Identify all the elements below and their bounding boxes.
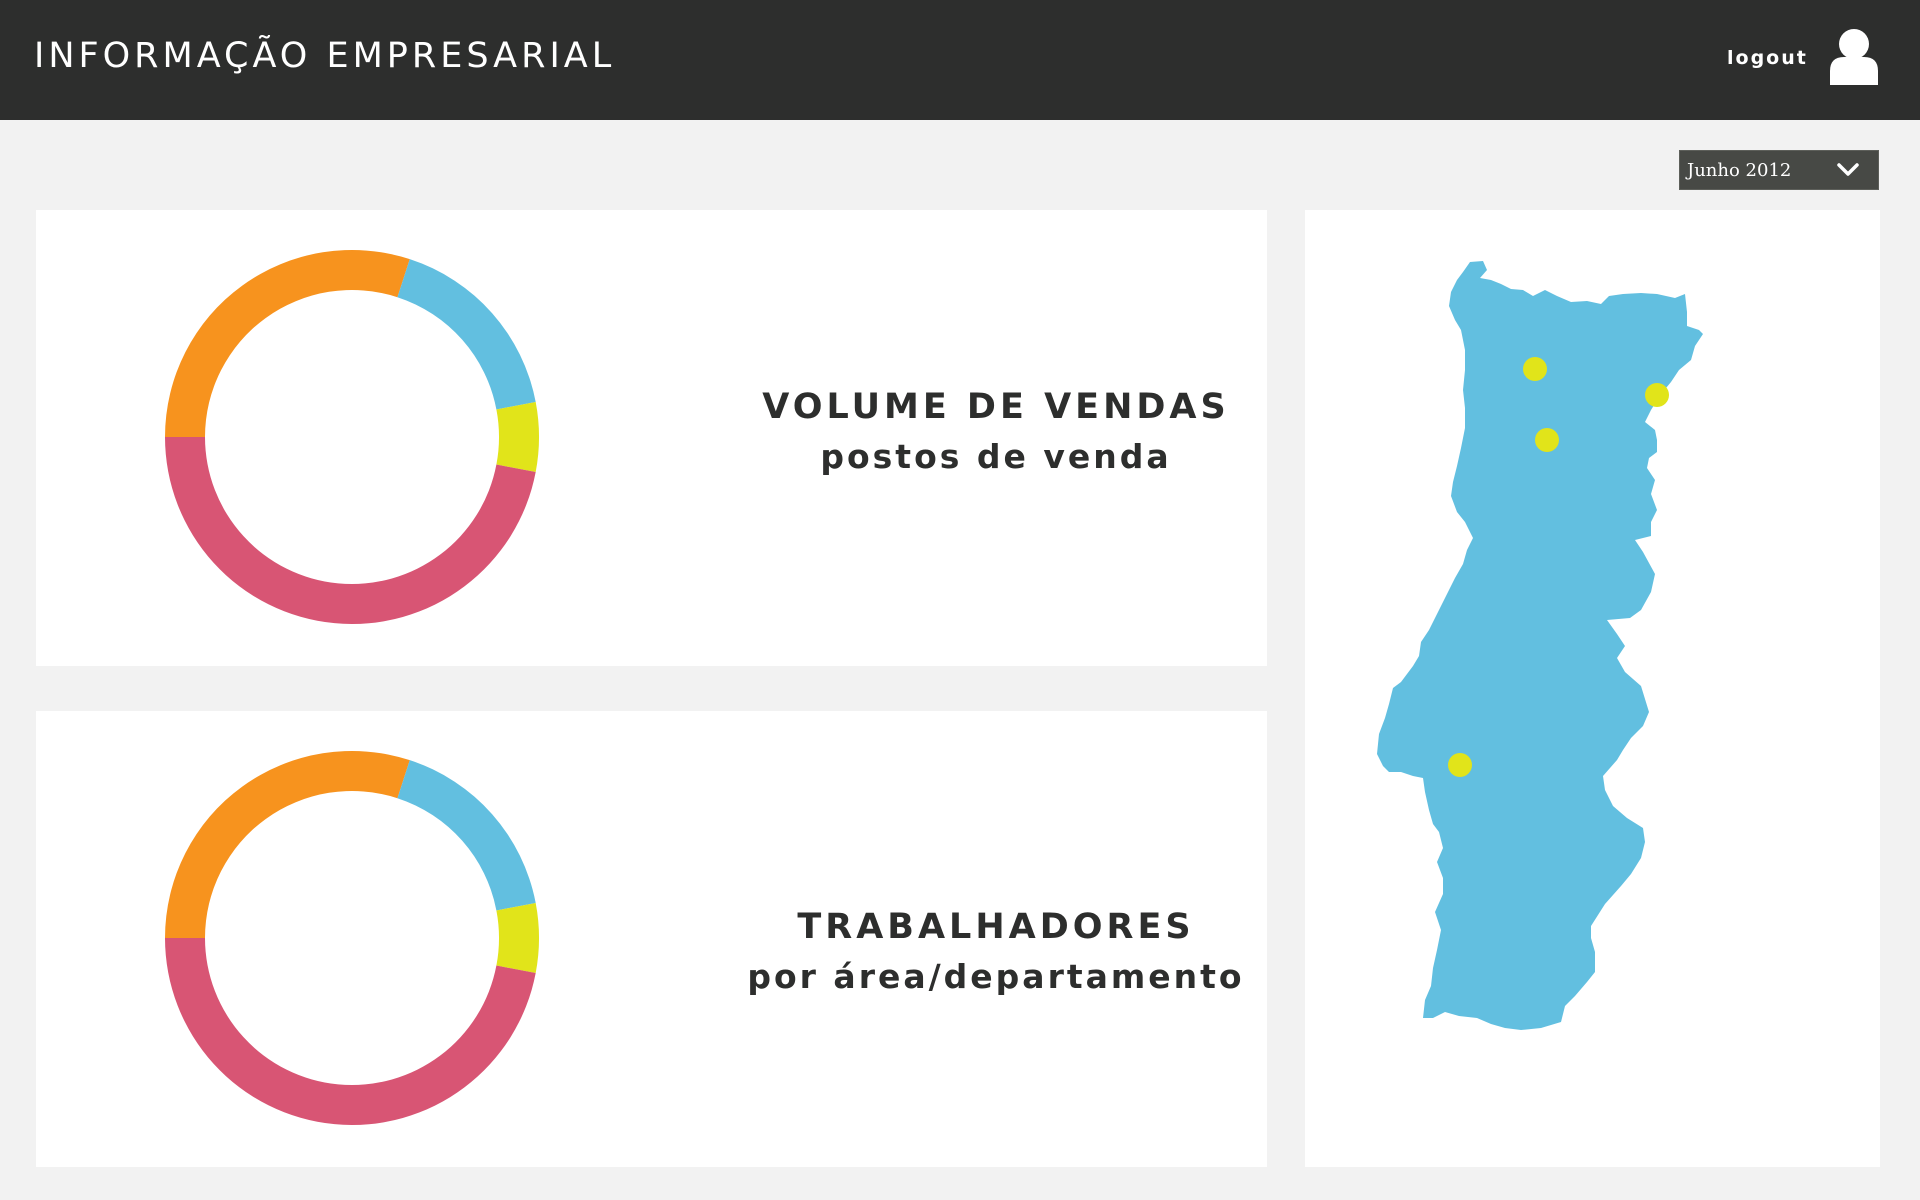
chevron-down-icon (1837, 163, 1859, 176)
donut-slice[interactable] (165, 250, 410, 437)
donut-slice[interactable] (397, 760, 536, 911)
map-panel (1305, 210, 1880, 1167)
user-avatar-icon[interactable] (1828, 27, 1880, 85)
donut-slice[interactable] (165, 938, 536, 1125)
portugal-map[interactable] (1305, 210, 1880, 1167)
workers-panel-subheading: por área/departamento (747, 957, 1245, 996)
sales-panel-heading: VOLUME DE VENDAS (762, 387, 1230, 427)
user-avatar-graphic (1830, 29, 1878, 85)
donut-slice[interactable] (496, 902, 539, 974)
donut-slice[interactable] (496, 401, 539, 473)
sales-panel-subheading: postos de venda (820, 437, 1172, 476)
period-select-value: Junho 2012 (1687, 160, 1792, 181)
sales-donut-chart[interactable] (162, 247, 542, 627)
workers-panel: TRABALHADORES por área/departamento (36, 711, 1267, 1167)
logout-link[interactable]: logout (1727, 47, 1808, 69)
map-marker[interactable] (1535, 428, 1559, 452)
donut-slice[interactable] (397, 259, 536, 410)
donut-slice[interactable] (165, 437, 536, 625)
top-bar: INFORMAÇÃO EMPRESARIAL logout (0, 0, 1920, 120)
workers-panel-text: TRABALHADORES por área/departamento (616, 902, 1376, 1002)
workers-panel-heading: TRABALHADORES (797, 907, 1195, 947)
donut-slice[interactable] (165, 751, 410, 938)
app-title: INFORMAÇÃO EMPRESARIAL (34, 36, 616, 76)
period-select[interactable]: Junho 2012 (1679, 150, 1879, 190)
workers-donut-chart[interactable] (162, 748, 542, 1128)
map-marker[interactable] (1645, 383, 1669, 407)
sales-panel-text: VOLUME DE VENDAS postos de venda (616, 382, 1376, 482)
map-marker[interactable] (1523, 357, 1547, 381)
sales-volume-panel: VOLUME DE VENDAS postos de venda (36, 210, 1267, 666)
map-marker[interactable] (1448, 753, 1472, 777)
